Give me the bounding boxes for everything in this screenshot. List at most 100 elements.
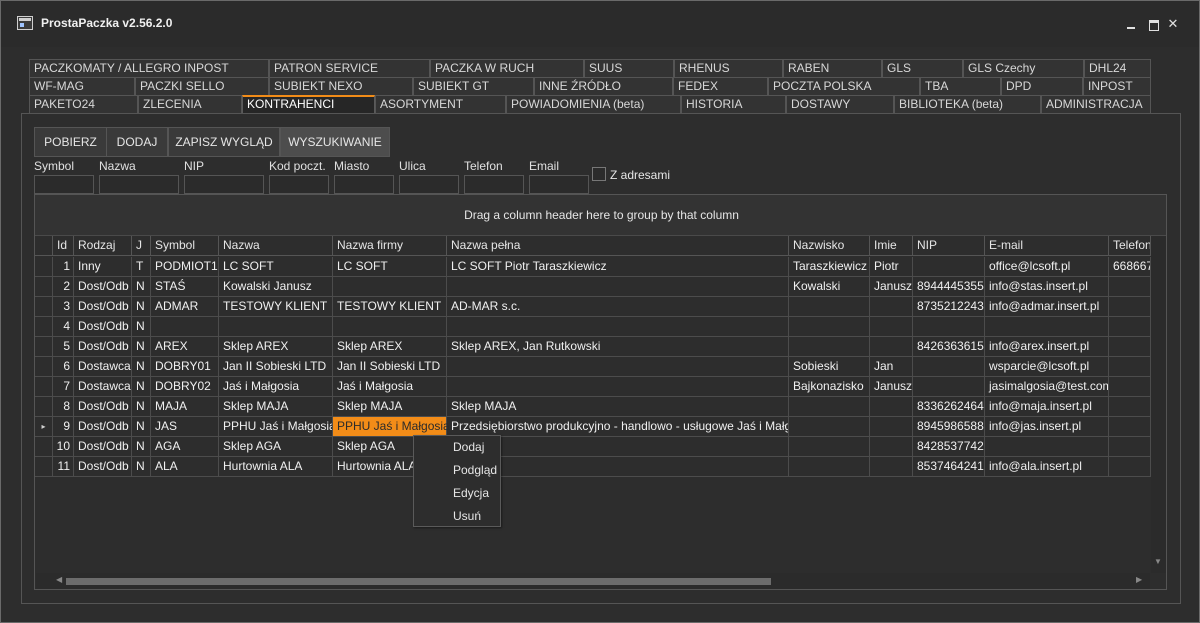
cell-nazwa[interactable]: Sklep MAJA — [219, 397, 333, 417]
cell-e-mail[interactable]: jasimalgosia@test.com — [985, 377, 1109, 397]
scroll-down-icon[interactable]: ▼ — [1154, 557, 1162, 566]
wyszukiwanie-button[interactable]: WYSZUKIWANIE — [280, 127, 390, 157]
cell-nazwa[interactable]: Sklep AGA — [219, 437, 333, 457]
tab-wf-mag[interactable]: WF-MAG — [29, 77, 135, 95]
cell-nazwa-pełna[interactable]: Przedsiębiorstwo produkcyjno - handlowo … — [447, 417, 789, 437]
tab-tba[interactable]: TBA — [920, 77, 1001, 95]
cell-e-mail[interactable]: office@lcsoft.pl — [985, 257, 1109, 277]
cell-symbol[interactable] — [151, 317, 219, 337]
cell-nazwisko[interactable] — [789, 397, 870, 417]
row-indicator[interactable] — [35, 377, 53, 397]
cell-nip[interactable]: 8945986588 — [913, 417, 985, 437]
cell-j[interactable]: N — [132, 417, 151, 437]
cell-e-mail[interactable]: info@stas.insert.pl — [985, 277, 1109, 297]
cell-id[interactable]: 10 — [53, 437, 74, 457]
column-header-nazwa[interactable]: Nazwa — [219, 236, 333, 256]
cell-id[interactable]: 7 — [53, 377, 74, 397]
cell-nazwa-pełna[interactable]: AD-MAR s.c. — [447, 297, 789, 317]
cell-imie[interactable]: Janusz — [870, 377, 913, 397]
cell-nazwisko[interactable] — [789, 317, 870, 337]
tab-dostawy[interactable]: DOSTAWY — [786, 95, 894, 113]
cell-nazwa-firmy[interactable] — [333, 277, 447, 297]
cell-id[interactable]: 8 — [53, 397, 74, 417]
tab-gls-czechy[interactable]: GLS Czechy — [963, 59, 1084, 77]
tab-inne-źródło[interactable]: INNE ŹRÓDŁO — [534, 77, 673, 95]
cell-imie[interactable] — [870, 337, 913, 357]
filter-input-email[interactable] — [529, 175, 589, 194]
cell-telefon[interactable] — [1109, 357, 1151, 377]
filter-input-kod-poczt[interactable] — [269, 175, 329, 194]
row-indicator[interactable] — [35, 297, 53, 317]
filter-input-telefon[interactable] — [464, 175, 524, 194]
column-header-id[interactable]: Id — [53, 236, 74, 256]
cell-id[interactable]: 3 — [53, 297, 74, 317]
menu-item-podgląd[interactable]: Podgląd — [414, 459, 500, 482]
row-indicator[interactable]: ▸ — [35, 417, 53, 437]
cell-j[interactable]: N — [132, 297, 151, 317]
column-header-telefon[interactable]: Telefon — [1109, 236, 1151, 256]
menu-item-dodaj[interactable]: Dodaj — [414, 436, 500, 459]
column-header-j[interactable]: J — [132, 236, 151, 256]
tab-gls[interactable]: GLS — [882, 59, 963, 77]
cell-nazwa-firmy[interactable]: Jaś i Małgosia — [333, 377, 447, 397]
cell-rodzaj[interactable]: Inny — [74, 257, 132, 277]
tab-paczka-w-ruch[interactable]: PACZKA W RUCH — [430, 59, 584, 77]
cell-symbol[interactable]: AREX — [151, 337, 219, 357]
cell-e-mail[interactable]: info@ala.insert.pl — [985, 457, 1109, 477]
filter-input-nazwa[interactable] — [99, 175, 179, 194]
tab-paczki-sello[interactable]: PACZKI SELLO — [135, 77, 269, 95]
cell-nip[interactable]: 8944445355 — [913, 277, 985, 297]
cell-e-mail[interactable]: info@maja.insert.pl — [985, 397, 1109, 417]
cell-symbol[interactable]: DOBRY02 — [151, 377, 219, 397]
cell-nazwisko[interactable]: Kowalski — [789, 277, 870, 297]
cell-symbol[interactable]: ADMAR — [151, 297, 219, 317]
cell-nip[interactable] — [913, 357, 985, 377]
cell-rodzaj[interactable]: Dost/Odb — [74, 397, 132, 417]
cell-rodzaj[interactable]: Dost/Odb — [74, 417, 132, 437]
tab-paketo24[interactable]: PAKETO24 — [29, 95, 138, 113]
cell-j[interactable]: N — [132, 277, 151, 297]
cell-imie[interactable]: Piotr — [870, 257, 913, 277]
cell-nazwisko[interactable]: Taraszkiewicz — [789, 257, 870, 277]
cell-rodzaj[interactable]: Dost/Odb — [74, 337, 132, 357]
dodaj-button[interactable]: DODAJ — [106, 127, 168, 157]
cell-nip[interactable] — [913, 257, 985, 277]
cell-imie[interactable] — [870, 437, 913, 457]
tab-suus[interactable]: SUUS — [584, 59, 674, 77]
cell-nazwa[interactable]: Jan II Sobieski LTD — [219, 357, 333, 377]
cell-j[interactable]: N — [132, 437, 151, 457]
cell-imie[interactable] — [870, 297, 913, 317]
cell-symbol[interactable]: PODMIOT1 — [151, 257, 219, 277]
cell-telefon[interactable] — [1109, 317, 1151, 337]
cell-telefon[interactable] — [1109, 437, 1151, 457]
column-header-rodzaj[interactable]: Rodzaj — [74, 236, 132, 256]
cell-nip[interactable] — [913, 377, 985, 397]
row-indicator[interactable] — [35, 397, 53, 417]
cell-nazwisko[interactable] — [789, 297, 870, 317]
menu-item-edycja[interactable]: Edycja — [414, 482, 500, 505]
cell-id[interactable]: 11 — [53, 457, 74, 477]
tab-historia[interactable]: HISTORIA — [681, 95, 786, 113]
cell-telefon[interactable] — [1109, 377, 1151, 397]
column-header-nazwa-firmy[interactable]: Nazwa firmy — [333, 236, 447, 256]
group-by-panel[interactable]: Drag a column header here to group by th… — [35, 195, 1166, 236]
cell-nazwa-firmy[interactable] — [333, 317, 447, 337]
row-indicator[interactable] — [35, 277, 53, 297]
cell-nip[interactable]: 8735212243 — [913, 297, 985, 317]
cell-nip[interactable]: 8428537742 — [913, 437, 985, 457]
zapisz-wygląd-button[interactable]: ZAPISZ WYGLĄD — [168, 127, 280, 157]
cell-symbol[interactable]: STAŚ — [151, 277, 219, 297]
cell-nazwisko[interactable]: Bajkonazisko — [789, 377, 870, 397]
tab-subiekt-nexo[interactable]: SUBIEKT NEXO — [269, 77, 413, 95]
cell-rodzaj[interactable]: Dost/Odb — [74, 437, 132, 457]
cell-nazwa-pełna[interactable] — [447, 317, 789, 337]
maximize-icon[interactable] — [1147, 18, 1159, 31]
filter-input-ulica[interactable] — [399, 175, 459, 194]
row-indicator[interactable] — [35, 437, 53, 457]
cell-nazwisko[interactable] — [789, 457, 870, 477]
cell-e-mail[interactable]: info@jas.insert.pl — [985, 417, 1109, 437]
row-indicator[interactable] — [35, 317, 53, 337]
cell-id[interactable]: 6 — [53, 357, 74, 377]
menu-item-usuń[interactable]: Usuń — [414, 505, 500, 528]
cell-imie[interactable] — [870, 417, 913, 437]
